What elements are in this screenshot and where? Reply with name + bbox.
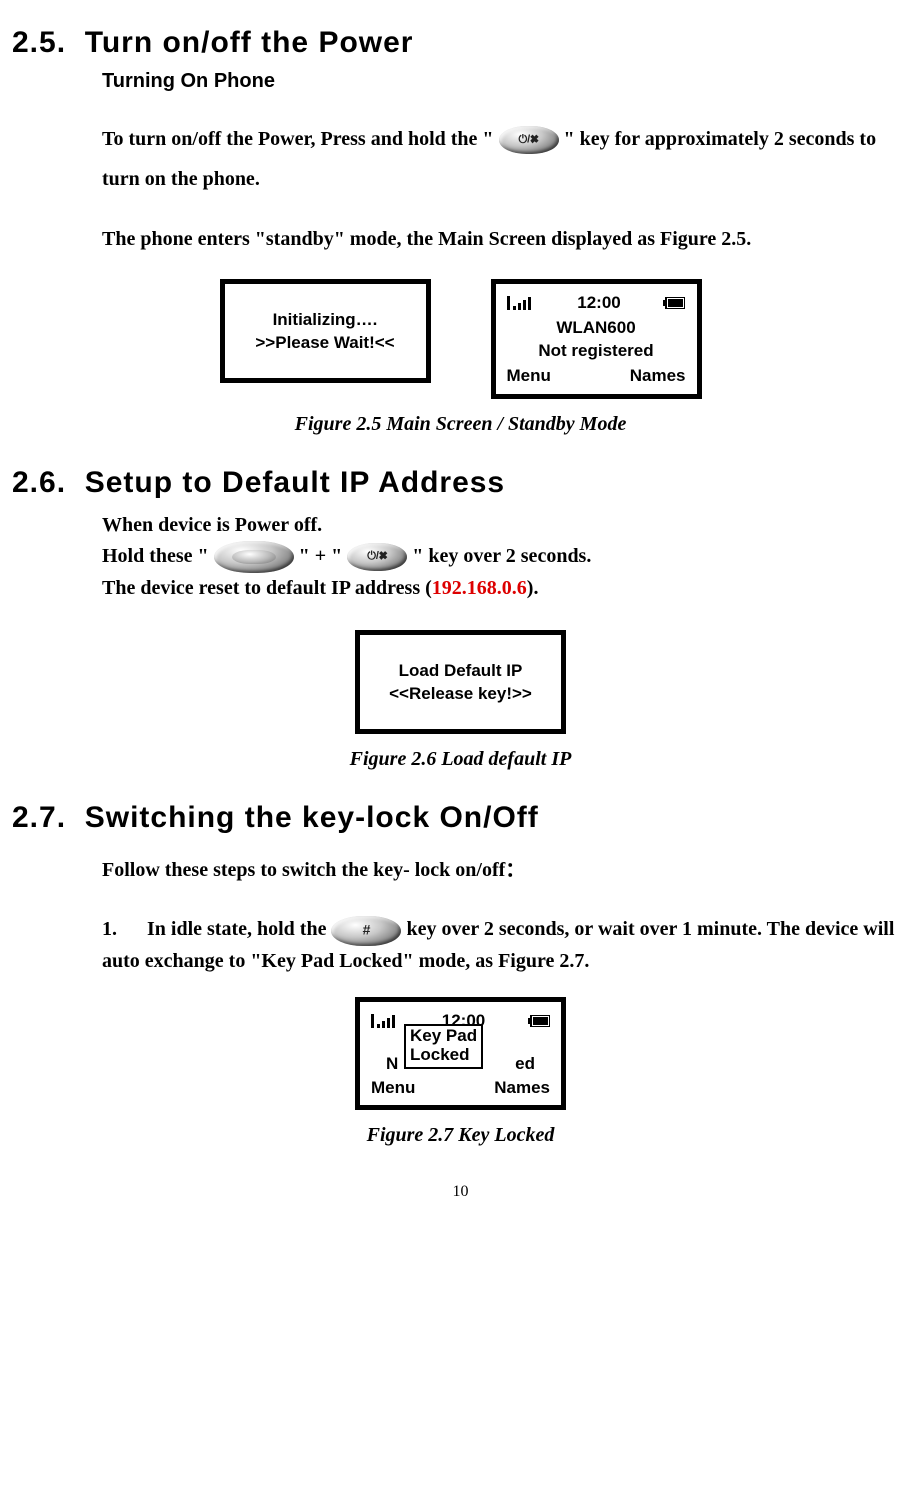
text-fragment: In idle state, hold the <box>147 918 331 940</box>
keypad-locked-popup: Key Pad Locked <box>404 1024 483 1069</box>
hash-key-icon: # <box>331 916 401 946</box>
softkey-right: Names <box>494 1077 550 1100</box>
figure-2-5-row: Initializing…. >>Please Wait!<< 12:00 <box>12 279 909 399</box>
subheading-turning-on: Turning On Phone <box>102 70 909 93</box>
section-number: 2.6. <box>12 466 66 499</box>
screen-text: Load Default IP <box>368 660 553 683</box>
section-title: Switching the key-lock On/Off <box>85 801 539 834</box>
softkey-left: Menu <box>507 365 551 388</box>
popup-line: Key Pad <box>410 1026 477 1046</box>
bg-text-left: N <box>386 1053 398 1076</box>
bg-text-right: ed <box>515 1053 535 1076</box>
heading-2-6: 2.6. Setup to Default IP Address <box>12 466 909 500</box>
section-title: Turn on/off the Power <box>85 26 414 59</box>
screen-key-locked: 12:00 N ed Menu Names Key Pad Locked <box>355 997 566 1111</box>
section-number: 2.7. <box>12 801 66 834</box>
heading-2-7: 2.7. Switching the key-lock On/Off <box>12 801 909 835</box>
para-2-7-intro: Follow these steps to switch the key- lo… <box>102 855 907 886</box>
section-number: 2.5. <box>12 26 66 59</box>
signal-icon <box>507 296 535 310</box>
battery-icon <box>528 1015 550 1027</box>
line-default-ip: The device reset to default IP address (… <box>102 573 907 604</box>
text-fragment: To turn on/off the Power, Press and hold… <box>102 128 494 150</box>
screen-standby: 12:00 WLAN600 Not registered Menu Names <box>491 279 702 399</box>
power-key-icon: ⏻/✖ <box>347 543 407 571</box>
screen-initializing: Initializing…. >>Please Wait!<< <box>220 279 431 383</box>
screen-text: Initializing…. <box>233 309 418 332</box>
battery-icon <box>663 297 685 309</box>
text-fragment: Hold these " <box>102 545 209 567</box>
figure-2-6-caption: Figure 2.6 Load default IP <box>12 748 909 771</box>
screen-text: >>Please Wait!<< <box>233 332 418 355</box>
clock-text: 12:00 <box>577 292 620 315</box>
line-poweroff: When device is Power off. <box>102 510 907 541</box>
nav-key-icon <box>214 541 294 573</box>
screen-load-default-ip: Load Default IP <<Release key!>> <box>355 630 566 734</box>
popup-line: Locked <box>410 1045 477 1065</box>
step-1: 1. In idle state, hold the # key over 2 … <box>102 914 907 976</box>
step-number: 1. <box>102 914 142 945</box>
figure-2-5-caption: Figure 2.5 Main Screen / Standby Mode <box>12 413 909 436</box>
signal-icon <box>371 1014 399 1028</box>
section-title: Setup to Default IP Address <box>85 466 505 499</box>
text-fragment: " key over 2 seconds. <box>412 545 591 567</box>
para-2-5-1: To turn on/off the Power, Press and hold… <box>102 119 907 199</box>
page-number: 10 <box>12 1183 909 1201</box>
reg-status: Not registered <box>504 340 689 363</box>
text-fragment: " + " <box>299 545 343 567</box>
para-2-6: When device is Power off. Hold these " "… <box>102 510 907 604</box>
ip-address: 192.168.0.6 <box>432 577 527 599</box>
softkey-left: Menu <box>371 1077 415 1100</box>
screen-text: <<Release key!>> <box>368 683 553 706</box>
para-2-5-2: The phone enters "standby" mode, the Mai… <box>102 219 907 259</box>
heading-2-5: 2.5. Turn on/off the Power <box>12 26 909 60</box>
text-fragment: The device reset to default IP address ( <box>102 577 432 599</box>
softkey-right: Names <box>630 365 686 388</box>
line-holdkeys: Hold these " " + " ⏻/✖ " key over 2 seco… <box>102 541 907 573</box>
power-key-icon: ⏻/✖ <box>499 126 559 154</box>
text-fragment: ). <box>527 577 539 599</box>
figure-2-7-caption: Figure 2.7 Key Locked <box>12 1124 909 1147</box>
device-name: WLAN600 <box>504 317 689 340</box>
